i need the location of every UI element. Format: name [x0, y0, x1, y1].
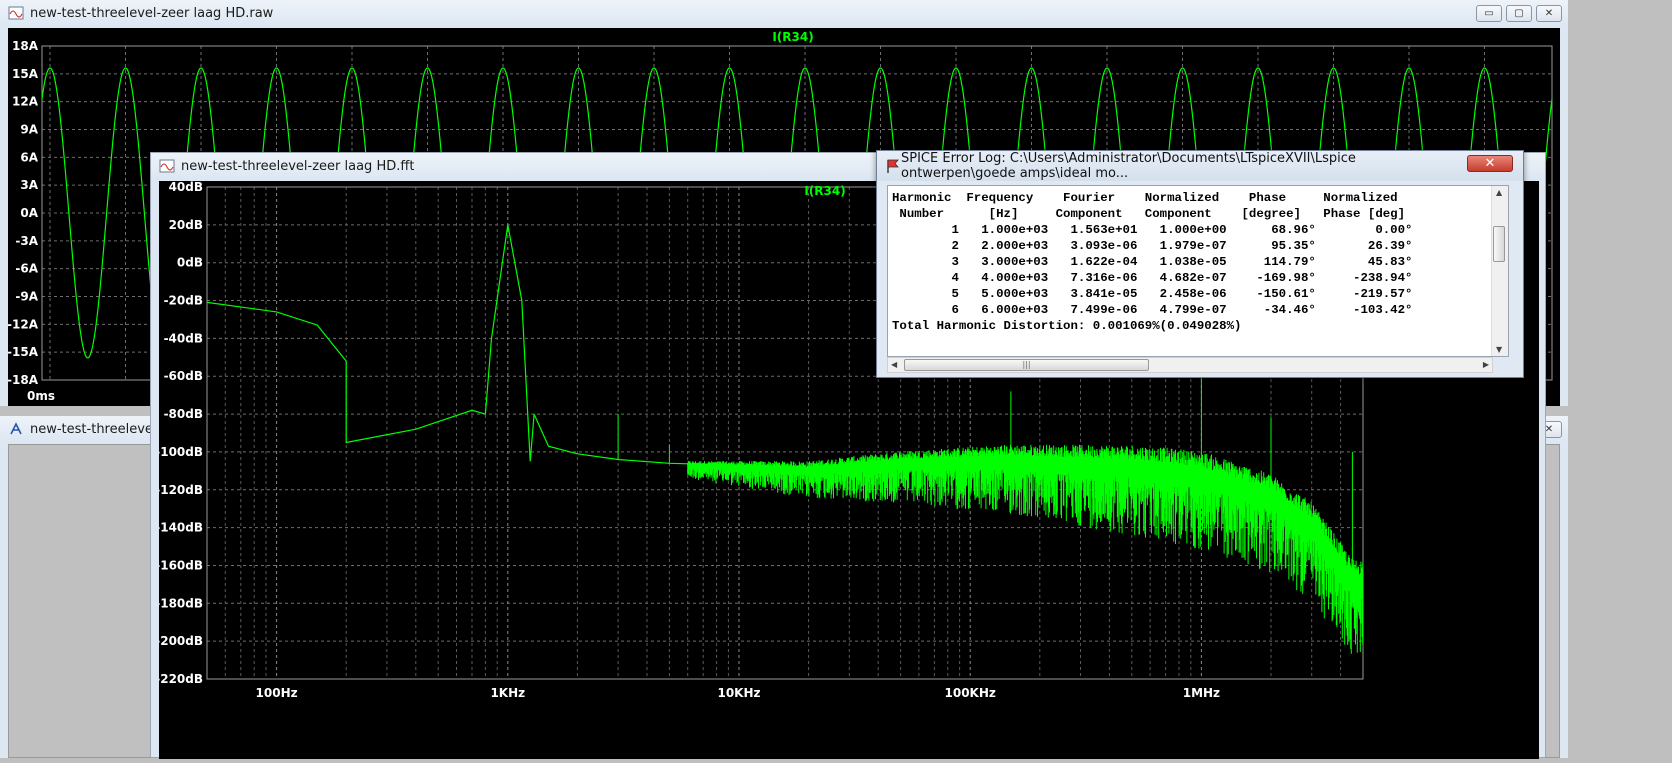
- raw-x-tick: 0ms: [27, 389, 55, 403]
- scroll-left-icon[interactable]: ◀: [891, 360, 897, 369]
- fft-y-tick: -60dB: [164, 369, 203, 383]
- scroll-right-icon[interactable]: ▶: [1483, 360, 1489, 369]
- close-button[interactable]: ✕: [1467, 155, 1513, 172]
- raw-y-tick: -12A: [8, 317, 39, 331]
- raw-y-tick: -15A: [8, 345, 39, 359]
- fft-x-tick: 1KHz: [490, 686, 525, 700]
- raw-y-tick: 0A: [20, 206, 38, 220]
- fft-y-tick: -80dB: [164, 407, 203, 421]
- scroll-down-icon[interactable]: ▼: [1496, 345, 1502, 354]
- schematic-app-icon: [10, 422, 22, 435]
- spice-log-icon: [887, 159, 899, 173]
- horizontal-scrollbar[interactable]: ◀ ||| ▶: [887, 357, 1493, 373]
- raw-y-tick: 12A: [12, 95, 39, 109]
- fft-x-tick: 100Hz: [256, 686, 298, 700]
- fft-y-tick: 40dB: [169, 181, 203, 194]
- fft-y-tick: -140dB: [159, 521, 203, 535]
- fft-y-tick: -180dB: [159, 596, 203, 610]
- vertical-scrollbar[interactable]: ▲ ▼: [1491, 186, 1508, 356]
- raw-y-tick: 18A: [12, 39, 39, 53]
- waveform-app-icon: [159, 159, 175, 173]
- fft-x-tick: 10KHz: [717, 686, 760, 700]
- harmonic-table: Harmonic Frequency Fourier Normalized Ph…: [892, 191, 1413, 333]
- waveform-app-icon: [8, 6, 24, 20]
- raw-y-tick: -3A: [15, 234, 38, 248]
- close-button[interactable]: ✕: [1536, 5, 1562, 22]
- raw-y-tick: -18A: [8, 373, 39, 387]
- raw-y-tick: -9A: [15, 290, 38, 304]
- fft-y-tick: 20dB: [169, 218, 203, 232]
- error-log-content[interactable]: Harmonic Frequency Fourier Normalized Ph…: [887, 185, 1509, 357]
- fft-trace-label[interactable]: I(R34): [804, 184, 845, 198]
- maximize-button[interactable]: ▢: [1506, 5, 1532, 22]
- fft-y-tick: -160dB: [159, 558, 203, 572]
- raw-y-tick: -6A: [15, 262, 38, 276]
- raw-y-tick: 6A: [20, 150, 38, 164]
- raw-trace-label[interactable]: I(R34): [772, 30, 813, 44]
- fft-y-tick: -40dB: [164, 331, 203, 345]
- raw-y-tick: 9A: [20, 123, 38, 137]
- fft-x-tick: 100KHz: [945, 686, 996, 700]
- scroll-up-icon[interactable]: ▲: [1496, 188, 1502, 197]
- raw-y-tick: 15A: [12, 67, 39, 81]
- vertical-scroll-thumb[interactable]: [1493, 226, 1505, 262]
- horizontal-scroll-thumb[interactable]: |||: [904, 359, 1149, 371]
- fft-x-tick: 1MHz: [1183, 686, 1220, 700]
- fft-y-tick: -200dB: [159, 634, 203, 648]
- raw-window-titlebar[interactable]: new-test-threelevel-zeer laag HD.raw ▭ ▢…: [0, 0, 1568, 26]
- fft-noise-floor: [617, 370, 1364, 654]
- raw-window-title: new-test-threelevel-zeer laag HD.raw: [30, 5, 274, 21]
- error-log-titlebar[interactable]: SPICE Error Log: C:\Users\Administrator\…: [877, 151, 1523, 181]
- fft-y-tick: 0dB: [177, 256, 203, 270]
- fft-y-tick: -120dB: [159, 483, 203, 497]
- error-log-title: SPICE Error Log: C:\Users\Administrator\…: [901, 151, 1356, 181]
- fft-y-tick: -220dB: [159, 672, 203, 686]
- fft-y-tick: -20dB: [164, 294, 203, 308]
- fft-y-tick: -100dB: [159, 445, 203, 459]
- raw-y-tick: 3A: [20, 178, 38, 192]
- minimize-button[interactable]: ▭: [1476, 5, 1502, 22]
- spice-error-log-window[interactable]: SPICE Error Log: C:\Users\Administrator\…: [876, 150, 1524, 378]
- fft-window-title: new-test-threelevel-zeer laag HD.fft: [181, 158, 415, 174]
